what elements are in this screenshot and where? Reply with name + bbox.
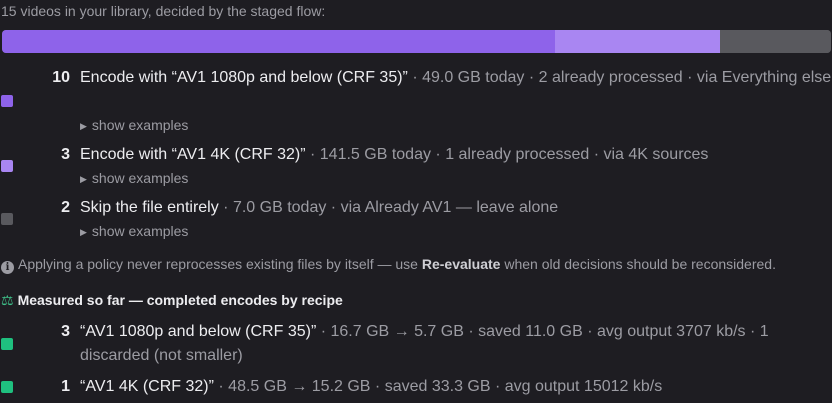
measured-description: “AV1 1080p and below (CRF 35)” · 16.7 GB…	[80, 320, 832, 368]
triangle-right-icon: ▶	[80, 121, 87, 131]
recipe-meta: · 48.5 GB → 15.2 GB · saved 33.3 GB · av…	[213, 378, 663, 395]
decision-count: 10	[52, 69, 70, 86]
re-evaluate-label: Re-evaluate	[421, 256, 501, 272]
note-text: Applying a policy never reprocesses exis…	[18, 256, 422, 272]
bar-segment-av1-4k	[554, 30, 721, 53]
policy-note: i Applying a policy never reprocesses exi…	[1, 256, 776, 274]
decision-description: Encode with “AV1 4K (CRF 32)” · 141.5 GB…	[80, 143, 832, 167]
library-decision-summary: 15 videos in your library, decided by th…	[0, 0, 832, 403]
note-text-end: when old decisions should be reconsidere…	[500, 256, 776, 272]
show-examples-toggle[interactable]: ▶ show examples	[80, 117, 188, 133]
decision-description: Skip the file entirely · 7.0 GB today · …	[80, 196, 832, 220]
decision-action: Skip the file entirely	[80, 199, 219, 216]
show-examples-toggle[interactable]: ▶ show examples	[80, 223, 188, 239]
encode-count: 1	[61, 378, 70, 395]
scale-icon: ⚖	[1, 292, 14, 308]
triangle-right-icon: ▶	[80, 174, 87, 184]
show-examples-label: show examples	[91, 223, 189, 239]
decision-meta: · 141.5 GB today · 1 already processed ·…	[305, 146, 709, 163]
triangle-right-icon: ▶	[80, 227, 87, 237]
decision-meta: · 49.0 GB today · 2 already processed · …	[407, 69, 832, 86]
decision-description: Encode with “AV1 1080p and below (CRF 35…	[80, 66, 832, 90]
intro-text: 15 videos in your library, decided by th…	[1, 3, 326, 19]
recipe-name: “AV1 1080p and below (CRF 35)”	[80, 323, 317, 340]
measured-section-title: ⚖ Measured so far — completed encodes by …	[1, 292, 343, 309]
decision-action: Encode with “AV1 1080p and below (CRF 35…	[80, 69, 408, 86]
info-icon: i	[1, 261, 14, 274]
decision-distribution-bar	[2, 30, 831, 53]
decision-meta: · 7.0 GB today · via Already AV1 — leave…	[218, 199, 559, 216]
encode-count: 3	[61, 323, 70, 340]
decision-count: 3	[61, 146, 70, 163]
bar-segment-skip	[720, 30, 831, 53]
recipe-name: “AV1 4K (CRF 32)”	[80, 378, 214, 395]
decision-color-swatch	[1, 95, 13, 107]
show-examples-toggle[interactable]: ▶ show examples	[80, 170, 188, 186]
show-examples-label: show examples	[91, 170, 189, 186]
decision-count: 2	[61, 199, 70, 216]
bar-segment-av1-1080p	[2, 30, 555, 53]
measured-description: “AV1 4K (CRF 32)” · 48.5 GB → 15.2 GB · …	[80, 375, 832, 399]
decision-action: Encode with “AV1 4K (CRF 32)”	[80, 146, 306, 163]
measured-title-text: Measured so far — completed encodes by r…	[17, 292, 343, 308]
show-examples-label: show examples	[91, 117, 189, 133]
